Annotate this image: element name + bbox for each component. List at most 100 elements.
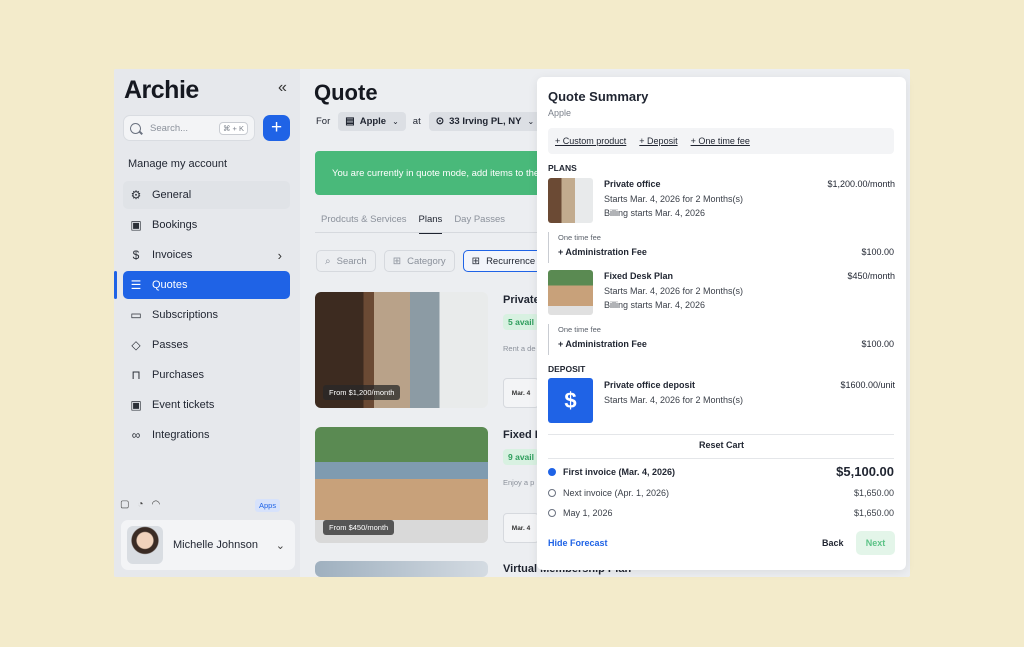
filter-recurrence-label: Recurrence: [486, 255, 536, 267]
tab-plans[interactable]: Plans: [418, 214, 443, 234]
invoice-option[interactable]: May 1, 2026 $1,650.00: [548, 508, 894, 518]
filter-recurrence[interactable]: ⊞ Recurrence: [462, 250, 545, 272]
add-actions-bar: + Custom product + Deposit + One time fe…: [548, 128, 894, 154]
sidebar-item-label: Event tickets: [152, 399, 215, 411]
utility-icons: ▢ ◔ ◠: [120, 499, 160, 510]
user-menu[interactable]: Michelle Johnson ⌄: [121, 520, 295, 570]
sidebar-item-integrations[interactable]: ∞ Integrations: [123, 421, 290, 449]
divider: [548, 434, 894, 435]
collapse-sidebar-icon[interactable]: «: [278, 79, 287, 97]
fee-label: One time fee: [558, 233, 601, 242]
divider: [548, 458, 894, 459]
date-chip[interactable]: Mar. 4: [503, 513, 539, 543]
card-description: Enjoy a p: [503, 478, 535, 487]
sidebar-item-label: Integrations: [152, 429, 210, 441]
deposit-price: $1600.00/unit: [840, 380, 895, 390]
product-tabs: Prodcuts & Services Plans Day Passes: [321, 214, 505, 234]
card-description: Rent a de: [503, 344, 536, 353]
tabs-divider: [315, 232, 555, 233]
chevron-down-icon: ⌄: [392, 117, 399, 126]
radio-selected[interactable]: [548, 467, 556, 476]
sidebar-item-quotes[interactable]: ☰ Quotes: [123, 271, 290, 299]
plan-start: Starts Mar. 4, 2026 for 2 Months(s): [604, 194, 744, 204]
add-one-time-fee-link[interactable]: + One time fee: [691, 136, 750, 146]
quote-context: For ▤ Apple ⌄ at ⊙ 33 Irving PL, NY ⌄: [316, 112, 548, 131]
radio-unselected[interactable]: [548, 489, 556, 497]
date-chip[interactable]: Mar. 4: [503, 378, 539, 408]
virtual-membership-image[interactable]: [315, 561, 488, 577]
company-value: Apple: [359, 116, 387, 127]
fixed-desk-image[interactable]: From $450/month: [315, 427, 488, 543]
card-title[interactable]: Private: [503, 294, 540, 306]
invoice-label: Next invoice (Apr. 1, 2026): [563, 488, 670, 498]
company-select[interactable]: ▤ Apple ⌄: [338, 112, 406, 131]
invoice-amount: $1,650.00: [853, 508, 894, 518]
fee-price: $100.00: [861, 247, 894, 257]
sidebar-item-label: General: [152, 189, 192, 201]
chevron-right-icon: ›: [277, 247, 282, 263]
sidebar-item-general[interactable]: ⚙ General: [123, 181, 290, 209]
add-deposit-link[interactable]: + Deposit: [639, 136, 677, 146]
next-button[interactable]: Next: [856, 531, 895, 555]
invoice-option[interactable]: Next invoice (Apr. 1, 2026) $1,650.00: [548, 488, 894, 498]
chevron-down-icon: ⌄: [275, 539, 285, 552]
bag-icon: ⊓: [131, 368, 141, 382]
building-icon: ▤: [345, 116, 355, 127]
plan-price: $1,200.00/month: [827, 179, 895, 189]
filter-search[interactable]: ⌕ Search: [316, 250, 376, 272]
grid-icon: ⊞: [392, 255, 402, 267]
search-shortcut: ⌘ + K: [218, 121, 248, 135]
location-value: 33 Irving PL, NY: [449, 116, 522, 127]
price-tag: From $1,200/month: [323, 385, 401, 400]
invoice-option[interactable]: First invoice (Mar. 4, 2026) $5,100.00: [548, 464, 894, 479]
location-select[interactable]: ⊙ 33 Irving PL, NY ⌄: [428, 112, 542, 131]
back-button[interactable]: Back: [822, 538, 844, 548]
sidebar-item-subscriptions[interactable]: ▭ Subscriptions: [123, 301, 290, 329]
filter-category[interactable]: ⊞ Category: [383, 250, 455, 272]
add-custom-product-link[interactable]: + Custom product: [555, 136, 626, 146]
bell-icon[interactable]: ◔: [137, 499, 143, 510]
private-office-image[interactable]: From $1,200/month: [315, 292, 488, 408]
plan-price: $450/month: [847, 271, 895, 281]
app-logo: Archie: [124, 76, 199, 104]
sidebar-item-passes[interactable]: ◇ Passes: [123, 331, 290, 359]
chat-icon[interactable]: ▢: [120, 499, 129, 510]
filter-category-label: Category: [407, 255, 446, 267]
user-name: Michelle Johnson: [173, 539, 258, 551]
dollar-icon: $: [548, 378, 593, 423]
plan-name: Private office: [604, 179, 661, 189]
page-title: Quote: [314, 80, 378, 105]
clipboard-icon: ☰: [130, 278, 142, 292]
sidebar-item-event-tickets[interactable]: ▣ Event tickets: [123, 391, 290, 419]
sidebar-item-invoices[interactable]: $ Invoices ›: [123, 241, 290, 269]
filter-bar: ⌕ Search ⊞ Category ⊞ Recurrence: [316, 250, 545, 272]
headset-icon[interactable]: ◠: [152, 499, 161, 510]
plan-start: Starts Mar. 4, 2026 for 2 Months(s): [604, 286, 744, 296]
price-tag: From $450/month: [323, 520, 395, 535]
fee-price: $100.00: [861, 339, 894, 349]
search-input[interactable]: Search... ⌘ + K: [123, 115, 255, 141]
fee-name[interactable]: + Administration Fee: [558, 247, 647, 257]
radio-unselected[interactable]: [548, 509, 556, 517]
card-title[interactable]: Fixed I: [503, 429, 538, 441]
reset-cart-button[interactable]: Reset Cart: [537, 440, 906, 450]
apps-button[interactable]: Apps: [255, 499, 281, 512]
location-pin-icon: ⊙: [435, 116, 445, 127]
at-label: at: [412, 116, 421, 127]
add-button[interactable]: +: [263, 115, 290, 141]
sidebar-item-bookings[interactable]: ▣ Bookings: [123, 211, 290, 239]
sidebar-item-label: Invoices: [152, 249, 193, 261]
sidebar-item-label: Bookings: [152, 219, 198, 231]
tab-day-passes[interactable]: Day Passes: [454, 214, 505, 234]
grid-icon: ⊞: [471, 255, 481, 267]
sidebar-item-purchases[interactable]: ⊓ Purchases: [123, 361, 290, 389]
tag-icon: ◇: [131, 338, 141, 352]
sidebar-item-label: Subscriptions: [152, 309, 219, 321]
tab-products-services[interactable]: Prodcuts & Services: [321, 214, 407, 234]
for-label: For: [316, 116, 331, 127]
deposit-heading: DEPOSIT: [548, 364, 586, 374]
fee-name[interactable]: + Administration Fee: [558, 339, 647, 349]
hide-forecast-link[interactable]: Hide Forecast: [548, 538, 608, 548]
chevron-down-icon: ⌄: [527, 117, 535, 126]
search-icon: [130, 122, 141, 134]
